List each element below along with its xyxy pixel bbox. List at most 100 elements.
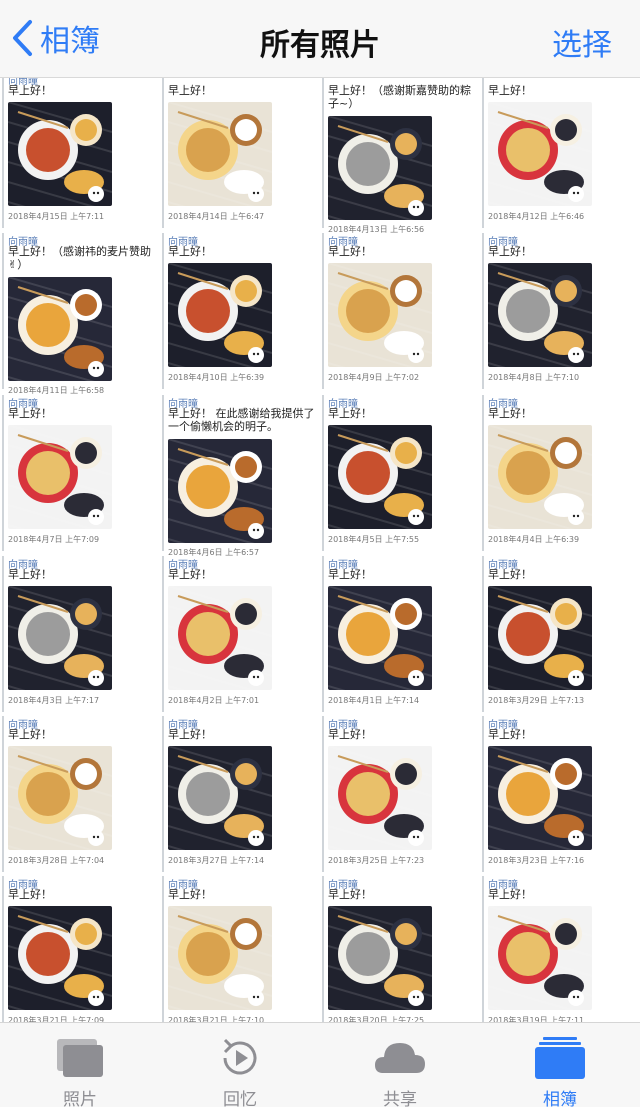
timestamp: 2018年3月27日 上午7:14 [168,856,265,865]
food-photo-thumbnail[interactable] [328,746,432,850]
photo-card[interactable]: 向雨曈 早上好！ 2018年4月9日 上午7:02 [322,233,476,389]
food-photo-thumbnail[interactable] [168,906,272,1010]
albums-icon [535,1037,585,1079]
photo-image [328,906,432,1010]
message-text: 早上好！ [488,245,532,258]
food-photo-thumbnail[interactable] [328,586,432,690]
photo-card[interactable]: 向雨曈 早上好！ 2018年3月29日 上午7:13 [482,556,636,712]
food-photo-thumbnail[interactable] [8,102,112,206]
food-photo-thumbnail[interactable] [8,425,112,529]
photo-card[interactable]: 向雨曈 早上好！ 2018年3月21日 上午7:09 [2,876,156,1022]
photo-card[interactable]: 向雨曈 早上好！ 2018年4月3日 上午7:17 [2,556,156,712]
tab-memories[interactable]: 回忆 [160,1023,320,1110]
photo-card[interactable]: 向雨曈 早上好！ 2018年4月1日 上午7:14 [322,556,476,712]
photo-card[interactable]: 向雨曈 早上好！ 2018年4月8日 上午7:10 [482,233,636,389]
tab-shared[interactable]: 共享 [320,1023,480,1110]
food-photo-thumbnail[interactable] [488,746,592,850]
food-photo-thumbnail[interactable] [168,586,272,690]
memories-icon [223,1038,257,1075]
photo-card[interactable]: 向雨曈 早上好！ 2018年4月4日 上午6:39 [482,395,636,551]
photo-image [168,906,272,1010]
shared-cloud-icon [375,1043,425,1073]
select-button[interactable]: 选择 [552,20,612,64]
food-photo-thumbnail[interactable] [328,116,432,220]
message-text: 早上好！ [8,568,52,581]
message-text: 早上好！ [488,407,532,420]
photo-card[interactable]: 向雨曈 早上好！ 2018年3月21日 上午7:10 [162,876,316,1022]
food-photo-thumbnail[interactable] [8,586,112,690]
timestamp: 2018年3月23日 上午7:16 [488,856,585,865]
photo-image [488,746,592,850]
photo-image [488,102,592,206]
photo-card[interactable]: 向雨曈 早上好！（感谢祎的麦片赞助✌） 2018年4月11日 上午6:58 [2,233,156,395]
tab-bar: 照片 回忆 共享 相簿 [0,1022,640,1110]
timestamp: 2018年4月3日 上午7:17 [8,696,100,705]
photo-image [168,746,272,850]
photo-card[interactable]: 早上好！ 2018年4月12日 上午6:46 [482,78,636,228]
message-text: 早上好！ 在此感谢给我提供了一个偷懒机会的明子。 [168,407,315,433]
message-text: 早上好！ [168,568,212,581]
food-photo-thumbnail[interactable] [168,439,272,543]
photo-card[interactable]: 向雨曈 早上好！ 2018年3月28日 上午7:04 [2,716,156,872]
photo-image [168,263,272,367]
photo-image [8,586,112,690]
photos-icon [57,1039,103,1077]
photo-image [8,746,112,850]
photo-card[interactable]: 向雨曈 早上好！ 2018年4月10日 上午6:39 [162,233,316,389]
photo-image [328,746,432,850]
photo-card[interactable]: 向雨曈 早上好！ 2018年3月20日 上午7:25 [322,876,476,1022]
food-photo-thumbnail[interactable] [168,263,272,367]
tab-shared-label: 共享 [383,1090,417,1110]
message-text: 早上好！ [8,407,52,420]
food-photo-thumbnail[interactable] [8,906,112,1010]
food-photo-thumbnail[interactable] [328,425,432,529]
photo-image [488,263,592,367]
food-photo-thumbnail[interactable] [328,263,432,367]
photo-card[interactable]: 向雨曈 早上好！ 2018年3月23日 上午7:16 [482,716,636,872]
timestamp: 2018年4月4日 上午6:39 [488,535,580,544]
food-photo-thumbnail[interactable] [488,263,592,367]
photo-image [168,102,272,206]
message-text: 早上好！ [168,728,212,741]
photo-image [488,586,592,690]
timestamp: 2018年3月19日 上午7:11 [488,1016,585,1022]
photo-image [8,102,112,206]
timestamp: 2018年4月1日 上午7:14 [328,696,420,705]
photo-card[interactable]: 向雨曈 早上好！ 2018年3月25日 上午7:23 [322,716,476,872]
timestamp: 2018年3月21日 上午7:09 [8,1016,105,1022]
photo-card[interactable]: 向雨曈 早上好！ 2018年3月27日 上午7:14 [162,716,316,872]
photo-image [488,906,592,1010]
food-photo-thumbnail[interactable] [488,102,592,206]
message-text: 早上好！ [8,728,52,741]
message-text: 早上好！ [168,84,212,97]
photo-card[interactable]: 早上好！ 2018年4月14日 上午6:47 [162,78,316,228]
tab-photos[interactable]: 照片 [0,1023,160,1110]
photo-card[interactable]: 向雨曈 早上好！ 2018年4月7日 上午7:09 [2,395,156,551]
food-photo-thumbnail[interactable] [8,746,112,850]
photo-image [328,263,432,367]
photo-card[interactable]: 向雨曈 早上好！ 2018年3月19日 上午7:11 [482,876,636,1022]
tab-photos-label: 照片 [63,1090,97,1110]
food-photo-thumbnail[interactable] [328,906,432,1010]
food-photo-thumbnail[interactable] [8,277,112,381]
photo-grid: 向雨曈 早上好！ 2018年4月15日 上午7:11 早上好！ 2018年4月14日 上… [0,78,640,1022]
photo-image [8,425,112,529]
message-text: 早上好！ [328,888,372,901]
photo-card[interactable]: 早上好！（感谢斯嘉赞助的粽子~） 2018年4月13日 上午6:56 [322,78,476,234]
food-photo-thumbnail[interactable] [488,586,592,690]
timestamp: 2018年4月7日 上午7:09 [8,535,100,544]
photo-card[interactable]: 向雨曈 早上好！ 2018年4月5日 上午7:55 [322,395,476,551]
food-photo-thumbnail[interactable] [168,102,272,206]
photo-card[interactable]: 向雨曈 早上好！ 在此感谢给我提供了一个偷懒机会的明子。 2018年4月6日 上午6… [162,395,316,557]
photo-image [8,277,112,381]
food-photo-thumbnail[interactable] [488,425,592,529]
photo-card[interactable]: 向雨曈 早上好！ 2018年4月2日 上午7:01 [162,556,316,712]
tab-albums[interactable]: 相簿 [480,1023,640,1110]
message-text: 早上好！（感谢斯嘉赞助的粽子~） [328,84,471,110]
food-photo-thumbnail[interactable] [488,906,592,1010]
timestamp: 2018年4月5日 上午7:55 [328,535,420,544]
timestamp: 2018年4月14日 上午6:47 [168,212,265,221]
timestamp: 2018年4月15日 上午7:11 [8,212,105,221]
photo-card[interactable]: 向雨曈 早上好！ 2018年4月15日 上午7:11 [2,78,156,228]
food-photo-thumbnail[interactable] [168,746,272,850]
